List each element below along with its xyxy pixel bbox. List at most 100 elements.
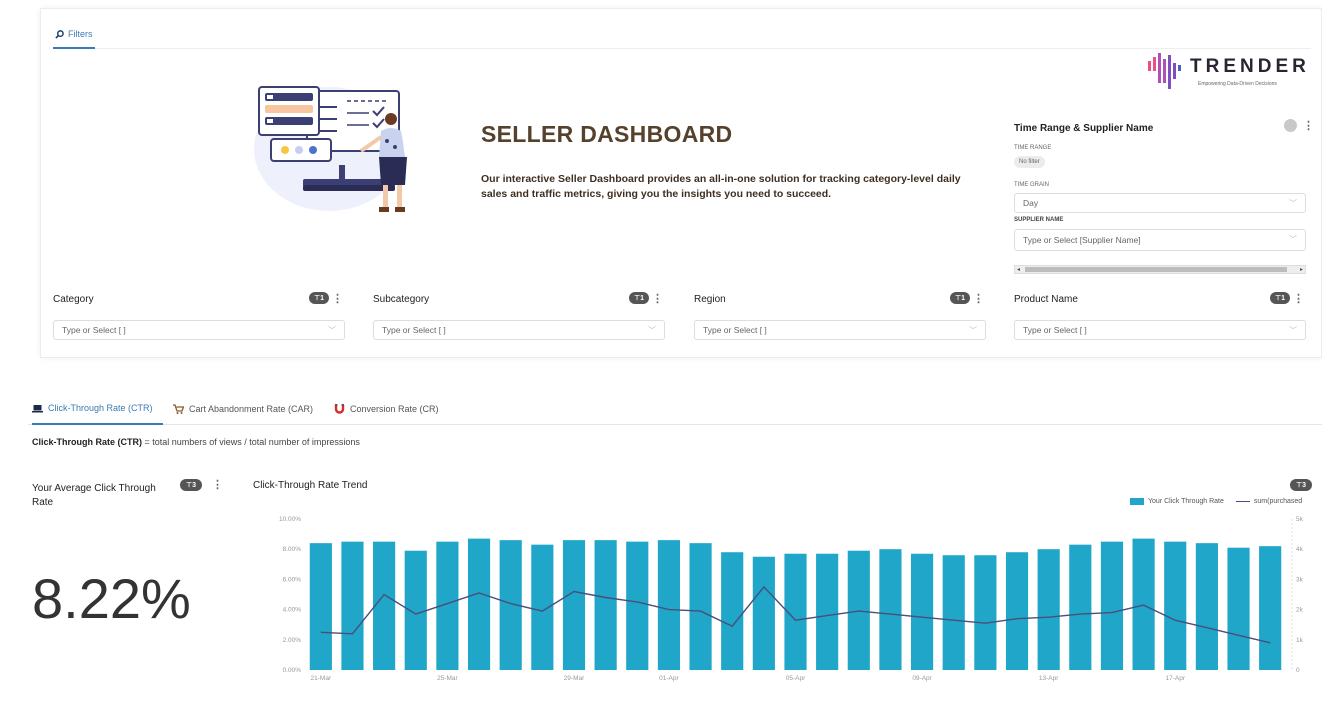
- tab-ctr[interactable]: Click-Through Rate (CTR): [32, 393, 163, 425]
- x-tick-label: 13-Apr: [1039, 675, 1059, 682]
- time-range-chip[interactable]: No filter: [1014, 156, 1045, 168]
- chart-bar: [974, 555, 997, 670]
- metric-tab-bar: Click-Through Rate (CTR) Cart Abandonmen…: [28, 393, 1322, 425]
- horizontal-scrollbar[interactable]: ◂ ▸: [1014, 265, 1306, 274]
- time-grain-label: TIME GRAIN: [1014, 182, 1050, 188]
- y-right-tick-label: 2k: [1296, 607, 1304, 614]
- avg-ctr-value: 8.22%: [32, 567, 191, 630]
- scrollbar-thumb[interactable]: [1025, 267, 1287, 272]
- y-left-tick-label: 6.00%: [283, 576, 302, 583]
- x-tick-label: 05-Apr: [786, 675, 806, 682]
- category-placeholder: Type or Select [ ]: [62, 325, 126, 335]
- tab-filters[interactable]: Filters: [53, 21, 95, 49]
- more-menu-icon[interactable]: ⋮: [652, 292, 663, 305]
- chevron-down-icon: ﹀: [1289, 326, 1297, 335]
- chart-bar: [1132, 538, 1155, 670]
- supplier-name-label: SUPPLIER NAME: [1014, 217, 1064, 223]
- y-left-tick-label: 8.00%: [283, 546, 302, 553]
- subcategory-select[interactable]: Type or Select [ ] ﹀: [373, 320, 665, 340]
- laptop-icon: [32, 404, 43, 412]
- ctr-formula: = total numbers of views / total number …: [142, 437, 360, 447]
- product-name-select[interactable]: Type or Select [ ] ﹀: [1014, 320, 1306, 340]
- chart-bar: [1037, 549, 1060, 670]
- x-tick-label: 21-Mar: [311, 675, 332, 682]
- time-grain-value: Day: [1023, 198, 1039, 208]
- chart-bar: [911, 553, 934, 670]
- y-left-tick-label: 4.00%: [283, 607, 302, 614]
- supplier-name-select[interactable]: Type or Select [Supplier Name] ﹀: [1014, 229, 1306, 251]
- magnet-icon: [334, 404, 345, 414]
- chart-bar: [309, 543, 332, 670]
- y-right-tick-label: 5k: [1296, 516, 1304, 523]
- tab-car-label: Cart Abandonment Rate (CAR): [189, 404, 314, 414]
- tab-car[interactable]: Cart Abandonment Rate (CAR): [173, 393, 313, 425]
- scroll-right-icon[interactable]: ▸: [1300, 266, 1303, 273]
- x-tick-label: 09-Apr: [912, 675, 932, 682]
- y-right-tick-label: 0: [1296, 667, 1300, 674]
- filter-count-badge[interactable]: ⊤1: [949, 292, 970, 304]
- filter-count-badge[interactable]: ⊤1: [308, 292, 329, 304]
- chart-bar: [1069, 544, 1092, 670]
- scroll-left-icon[interactable]: ◂: [1017, 266, 1020, 273]
- chart-bar: [404, 550, 427, 670]
- chart-bar: [1227, 547, 1250, 670]
- chevron-down-icon: ﹀: [1289, 199, 1297, 208]
- y-left-tick-label: 10.00%: [279, 516, 301, 523]
- filter-count-badge[interactable]: ⊤1: [1269, 292, 1290, 304]
- chart-bar: [626, 541, 649, 670]
- cart-icon: [173, 404, 184, 414]
- chevron-down-icon: ﹀: [969, 326, 977, 335]
- product-name-placeholder: Type or Select [ ]: [1023, 325, 1087, 335]
- filter-count-icon[interactable]: [1284, 119, 1297, 132]
- chart-bar: [467, 538, 491, 670]
- more-menu-icon[interactable]: ⋮: [1303, 119, 1314, 132]
- more-menu-icon[interactable]: ⋮: [332, 292, 343, 305]
- x-tick-label: 17-Apr: [1165, 675, 1185, 682]
- more-menu-icon[interactable]: ⋮: [1293, 292, 1304, 305]
- filter-category-label: Category: [53, 294, 94, 305]
- chart-bar: [531, 544, 554, 670]
- region-select[interactable]: Type or Select [ ] ﹀: [694, 320, 986, 340]
- trender-logo: TRENDER Empowering Data-Driven Decisions: [1146, 53, 1321, 93]
- chart-bar: [1005, 552, 1029, 670]
- filter-product-name-label: Product Name: [1014, 294, 1078, 305]
- more-menu-icon[interactable]: ⋮: [212, 478, 223, 491]
- chart-bar: [1259, 546, 1282, 670]
- filter-count-badge[interactable]: ⊤3: [1290, 479, 1313, 491]
- legend-bar-swatch: [1130, 498, 1144, 505]
- chevron-down-icon: ﹀: [328, 326, 336, 335]
- legend-series-line[interactable]: sum(purchased: [1254, 498, 1302, 505]
- trend-chart-title: Click-Through Rate Trend: [253, 480, 368, 491]
- legend-series-bar[interactable]: Your Click Through Rate: [1148, 498, 1224, 505]
- filter-tab-bar: Filters: [53, 21, 1311, 49]
- filter-count-badge[interactable]: ⊤1: [628, 292, 649, 304]
- chart-bar: [594, 540, 617, 670]
- dashboard-illustration: [254, 86, 407, 212]
- category-select[interactable]: Type or Select [ ] ﹀: [53, 320, 345, 340]
- filter-count-badge[interactable]: ⊤3: [180, 479, 203, 491]
- chart-bar: [942, 555, 965, 670]
- chart-bar: [373, 541, 396, 670]
- tab-cr-label: Conversion Rate (CR): [350, 404, 439, 414]
- chart-bar: [816, 553, 839, 670]
- chevron-down-icon: ﹀: [648, 326, 656, 335]
- chart-bar: [879, 549, 902, 670]
- chart-bar: [562, 540, 586, 670]
- x-tick-label: 29-Mar: [564, 675, 585, 682]
- logo-tagline: Empowering Data-Driven Decisions: [1198, 81, 1277, 87]
- chart-bar: [1195, 543, 1218, 670]
- filter-region-label: Region: [694, 294, 726, 305]
- y-right-tick-label: 4k: [1296, 546, 1304, 553]
- chart-bar: [1164, 541, 1187, 670]
- tab-cr[interactable]: Conversion Rate (CR): [334, 393, 439, 425]
- chevron-down-icon: ﹀: [1289, 235, 1297, 244]
- time-grain-select[interactable]: Day ﹀: [1014, 193, 1306, 213]
- x-tick-label: 01-Apr: [659, 675, 679, 682]
- y-right-tick-label: 1k: [1296, 637, 1304, 644]
- ctr-definition: Click-Through Rate (CTR) = total numbers…: [32, 437, 360, 447]
- y-right-tick-label: 3k: [1296, 576, 1304, 583]
- tab-ctr-label: Click-Through Rate (CTR): [48, 403, 153, 413]
- logo-name: TRENDER: [1190, 56, 1310, 77]
- ctr-trend-chart: 0.00% 2.00% 4.00% 6.00% 8.00% 10.00% 0 1k 2k 3k 4k…: [279, 516, 1304, 682]
- more-menu-icon[interactable]: ⋮: [973, 292, 984, 305]
